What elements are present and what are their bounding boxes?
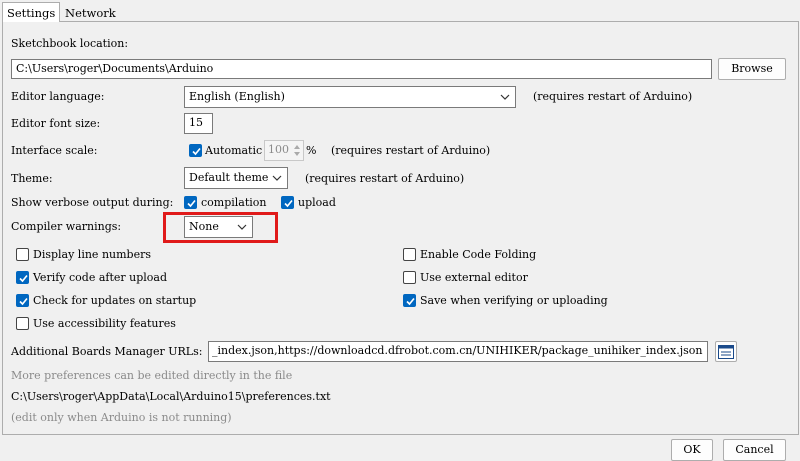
interface-scale-label: Interface scale:	[11, 144, 98, 157]
interface-scale-automatic-checkbox[interactable]	[189, 144, 202, 157]
verbose-compilation-checkbox[interactable]	[184, 196, 197, 209]
check-icon	[406, 297, 415, 306]
cancel-button[interactable]: Cancel	[723, 439, 786, 461]
display-line-numbers-checkbox[interactable]	[16, 248, 29, 261]
sketchbook-path-field[interactable]: C:\Users\roger\Documents\Arduino	[11, 59, 712, 79]
interface-scale-note: (requires restart of Arduino)	[331, 144, 491, 157]
save-when-verifying-checkbox[interactable]	[403, 294, 416, 307]
interface-scale-value: 100	[268, 143, 289, 156]
interface-scale-unit: %	[306, 144, 317, 157]
interface-scale-automatic-label: Automatic	[205, 144, 263, 157]
check-icon	[187, 199, 196, 208]
save-when-verifying-label: Save when verifying or uploading	[420, 294, 608, 307]
theme-value: Default theme	[189, 171, 269, 184]
accessibility-label: Use accessibility features	[33, 317, 176, 330]
sketchbook-label: Sketchbook location:	[11, 37, 129, 50]
preferences-file-path[interactable]: C:\Users\roger\AppData\Local\Arduino15\p…	[11, 390, 331, 404]
use-external-editor-label: Use external editor	[420, 271, 528, 284]
display-line-numbers-label: Display line numbers	[33, 248, 151, 261]
chevron-down-icon	[500, 94, 510, 100]
check-icon	[284, 199, 293, 208]
verbose-upload-checkbox[interactable]	[281, 196, 294, 209]
edit-note-text: (edit only when Arduino is not running)	[11, 411, 232, 424]
tab-network[interactable]: Network	[61, 4, 116, 22]
theme-note: (requires restart of Arduino)	[305, 172, 465, 185]
use-external-editor-checkbox[interactable]	[403, 271, 416, 284]
verbose-upload-label: upload	[298, 196, 336, 209]
spinner-arrows-icon	[294, 145, 300, 156]
verify-after-upload-label: Verify code after upload	[33, 271, 168, 284]
annotation-highlight-box	[163, 212, 278, 243]
editor-language-note: (requires restart of Arduino)	[533, 90, 693, 103]
compiler-warnings-label: Compiler warnings:	[11, 220, 122, 233]
boards-manager-urls-field[interactable]: _index.json,https://downloadcd.dfrobot.c…	[208, 341, 708, 362]
check-icon	[192, 147, 201, 156]
check-icon	[19, 297, 28, 306]
interface-scale-spinner: 100	[264, 140, 304, 161]
editor-language-value: English (English)	[189, 90, 285, 103]
theme-label: Theme:	[11, 172, 53, 185]
theme-select[interactable]: Default theme	[184, 167, 288, 189]
browse-button[interactable]: Browse	[718, 58, 786, 80]
check-updates-label: Check for updates on startup	[33, 294, 197, 307]
verify-after-upload-checkbox[interactable]	[16, 271, 29, 284]
font-size-label: Editor font size:	[11, 117, 101, 130]
boards-manager-label: Additional Boards Manager URLs:	[11, 345, 203, 358]
enable-code-folding-checkbox[interactable]	[403, 248, 416, 261]
check-updates-checkbox[interactable]	[16, 294, 29, 307]
enable-code-folding-label: Enable Code Folding	[420, 248, 537, 261]
boards-manager-edit-button[interactable]	[715, 341, 737, 362]
ok-button[interactable]: OK	[671, 439, 713, 461]
tab-settings[interactable]: Settings	[2, 2, 60, 22]
check-icon	[19, 274, 28, 283]
more-preferences-text: More preferences can be edited directly …	[11, 369, 293, 382]
editor-language-select[interactable]: English (English)	[184, 86, 516, 108]
accessibility-checkbox[interactable]	[16, 317, 29, 330]
chevron-down-icon	[272, 175, 282, 181]
window-list-icon	[718, 345, 734, 359]
font-size-field[interactable]: 15	[184, 113, 213, 134]
verbose-compilation-label: compilation	[201, 196, 267, 209]
verbose-label: Show verbose output during:	[11, 196, 174, 209]
editor-language-label: Editor language:	[11, 90, 105, 103]
